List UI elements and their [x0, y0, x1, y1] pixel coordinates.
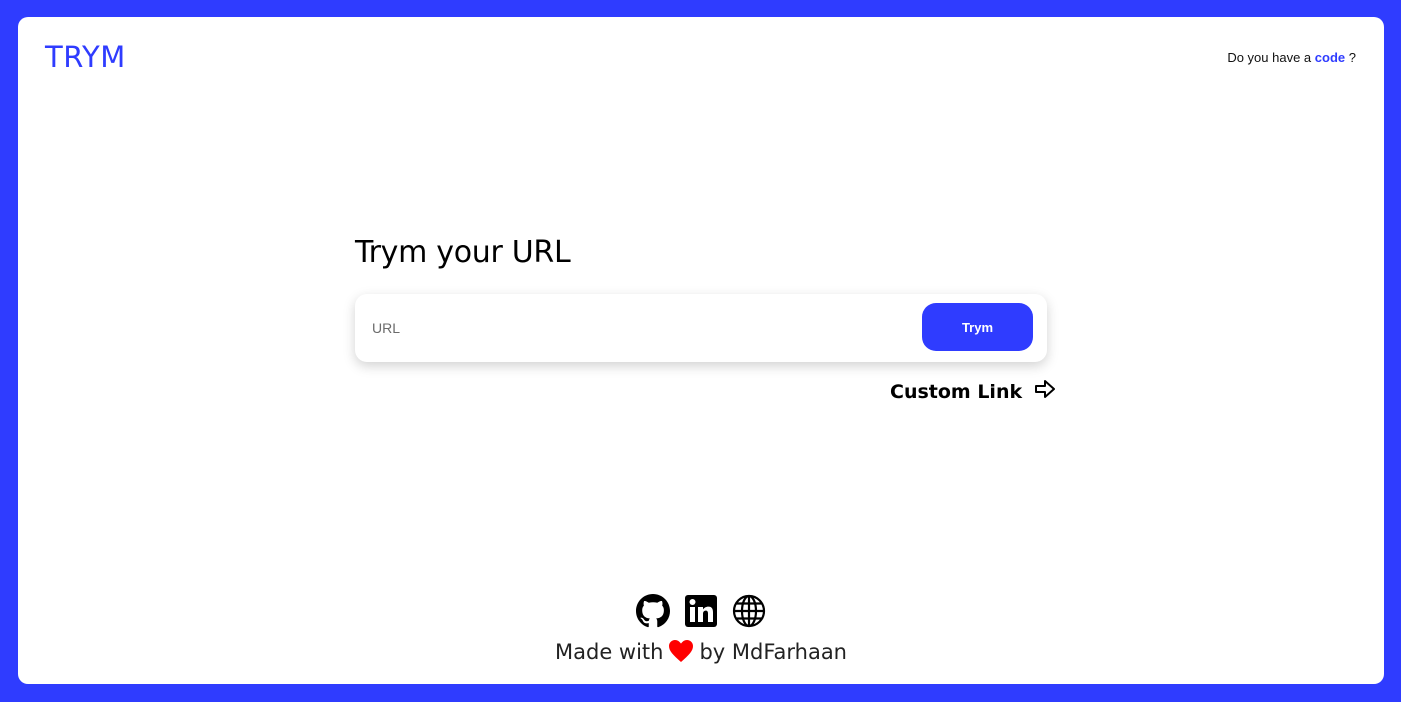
page-title: Trym your URL	[355, 235, 571, 270]
url-form: Trym	[355, 294, 1047, 362]
footer-social-links	[636, 594, 766, 628]
github-icon[interactable]	[636, 594, 670, 628]
heart-icon	[668, 639, 694, 663]
custom-link-label: Custom Link	[890, 381, 1023, 403]
footer-credit: Made with by MdFarhaan	[18, 639, 1384, 664]
globe-icon[interactable]	[732, 594, 766, 628]
custom-link[interactable]: Custom Link	[890, 379, 1056, 403]
app-frame: TRYM Do you have a code ? Trym your URL …	[18, 17, 1384, 684]
by-author-text: by MdFarhaan	[699, 640, 847, 664]
url-input[interactable]	[370, 313, 894, 343]
linkedin-icon[interactable]	[684, 594, 718, 628]
made-with-text: Made with	[555, 640, 664, 664]
logo[interactable]: TRYM	[45, 40, 126, 74]
code-prompt: Do you have a code ?	[1227, 50, 1356, 65]
code-prompt-prefix: Do you have a	[1227, 50, 1312, 65]
code-link[interactable]: code	[1315, 50, 1345, 65]
code-prompt-suffix: ?	[1348, 50, 1356, 65]
arrow-right-icon	[1034, 379, 1056, 399]
trym-button[interactable]: Trym	[922, 303, 1033, 351]
